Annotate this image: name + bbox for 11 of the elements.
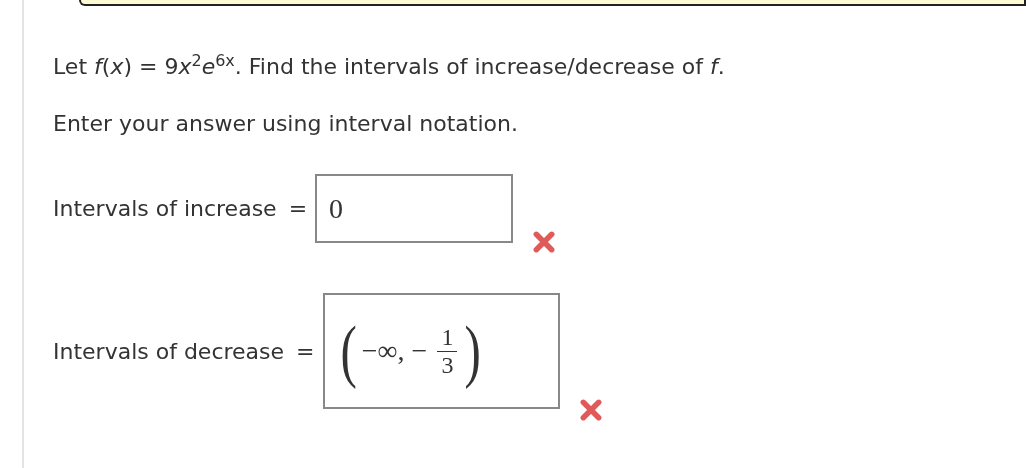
equals-sign: =: [296, 338, 315, 364]
equals-sign: =: [288, 196, 308, 221]
answer-value: −∞, −: [361, 335, 428, 367]
instruction-text: Enter your answer using interval notation.: [53, 111, 519, 136]
answer-label: Intervals of increase: [53, 196, 277, 221]
answer-field[interactable]: 0: [315, 174, 514, 243]
answer-label: Intervals of decrease: [53, 338, 285, 364]
fraction-numerator: 1: [437, 324, 458, 352]
question-text: Let f(x) = 9x$^{2}$e$^{6x}$. Find the intervals of increase/decrease of f.: [53, 54, 726, 79]
answer-value: 0: [329, 192, 344, 225]
fraction-denominator: 3: [441, 351, 454, 378]
